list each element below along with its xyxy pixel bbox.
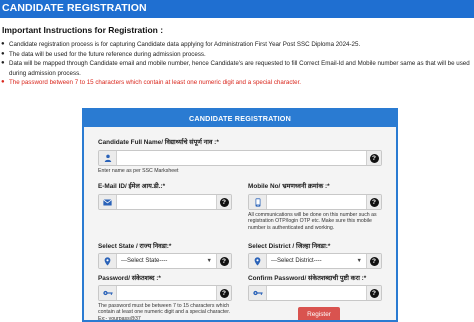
state-selected-value: ---Select State---- [121, 258, 168, 264]
mobile-input[interactable] [267, 195, 366, 209]
password-input[interactable] [117, 286, 216, 300]
register-button[interactable]: Register [298, 307, 340, 320]
instructions-list: ● Candidate registration process is for c… [0, 40, 474, 88]
email-input[interactable] [117, 195, 216, 209]
mobile-hint: All communications will be done on this … [248, 212, 377, 231]
password-field: ? [98, 285, 232, 301]
full-name-label: Candidate Full Name/ विद्यार्थ्याचे संपू… [98, 139, 219, 146]
email-field: ? [98, 194, 232, 210]
bullet-icon: ● [1, 50, 5, 57]
bullet-icon: ● [1, 60, 5, 67]
district-selected-value: ---Select District---- [271, 258, 322, 264]
bullet-icon: ● [1, 41, 5, 47]
chevron-down-icon: ▼ [356, 258, 362, 264]
key-icon [99, 286, 117, 300]
registration-form: CANDIDATE REGISTRATION Candidate Full Na… [82, 108, 398, 322]
chevron-down-icon: ▼ [206, 258, 212, 264]
full-name-input[interactable] [117, 151, 366, 165]
password-hint: The password must be between 7 to 15 cha… [98, 303, 231, 322]
mobile-field: ? [248, 194, 382, 210]
district-label: Select District / जिल्हा निवडा:* [248, 243, 331, 250]
state-label: Select State / राज्य निवडा:* [98, 243, 172, 250]
state-help-icon[interactable]: ? [216, 254, 231, 268]
instruction-item-password-rule: ● The password between 7 to 15 characters… [1, 79, 302, 87]
envelope-icon [99, 195, 117, 209]
full-name-help-icon[interactable]: ? [366, 151, 381, 165]
mobile-label: Mobile No/ भ्रमणध्वनी क्रमांक :* [248, 183, 330, 190]
page-header-bar: CANDIDATE REGISTRATION [0, 0, 474, 18]
mobile-help-icon[interactable]: ? [366, 195, 381, 209]
instruction-item: ● Candidate registration process is for c… [1, 41, 361, 48]
district-help-icon[interactable]: ? [366, 254, 381, 268]
confirm-password-field: ? [248, 285, 382, 301]
confirm-password-label: Confirm Password/ संकेतशब्दाची पुष्टी कर… [248, 275, 367, 282]
map-marker-icon [99, 254, 117, 268]
email-help-icon[interactable]: ? [216, 195, 231, 209]
email-label: E-Mail ID/ ईमेल आय.डी.:* [98, 183, 166, 190]
page-title: CANDIDATE REGISTRATION [2, 2, 147, 14]
form-title: CANDIDATE REGISTRATION [84, 110, 396, 127]
bullet-icon: ● [1, 79, 5, 86]
confirm-password-input[interactable] [267, 286, 366, 300]
instructions-title: Important Instructions for Registration … [2, 25, 164, 35]
form-body: Candidate Full Name/ विद्यार्थ्याचे संपू… [84, 127, 396, 322]
state-select[interactable]: ---Select State---- ▼ ? [98, 253, 232, 269]
map-marker-icon [249, 254, 267, 268]
instruction-item: ● The data will be used for the future re… [1, 50, 206, 58]
confirm-password-help-icon[interactable]: ? [366, 286, 381, 300]
instruction-item: ● Data will be mapped through Candidate e… [1, 60, 470, 77]
full-name-hint: Enter name as per SSC Marksheet [98, 168, 179, 174]
password-help-icon[interactable]: ? [216, 286, 231, 300]
password-label: Password/ संकेतशब्द :* [98, 275, 161, 282]
user-icon [99, 151, 117, 165]
full-name-field: ? [98, 150, 382, 166]
registration-page: CANDIDATE REGISTRATION Important Instruc… [0, 0, 474, 322]
mobile-phone-icon [249, 195, 267, 209]
key-icon [249, 286, 267, 300]
district-select[interactable]: ---Select District---- ▼ ? [248, 253, 382, 269]
